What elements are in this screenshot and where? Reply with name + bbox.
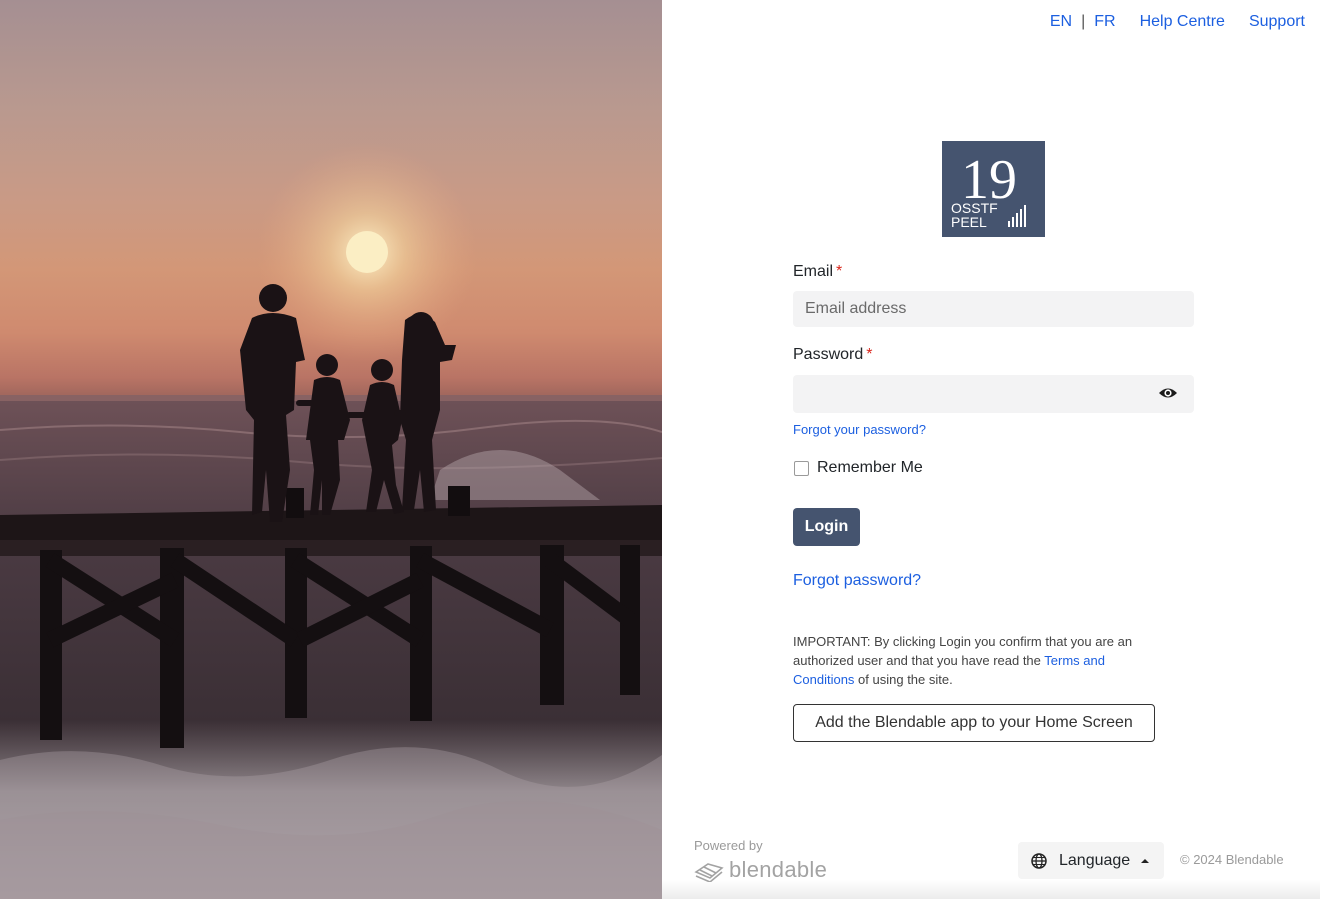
email-label-text: Email [793,263,834,280]
language-selector-label: Language [1059,851,1131,869]
password-label-text: Password [793,346,864,363]
globe-icon [1031,852,1047,869]
powered-by: Powered by blendable [694,838,827,883]
required-marker: * [866,346,873,363]
language-fr-link[interactable]: FR [1094,13,1115,31]
login-button[interactable]: Login [793,508,860,546]
organization-logo: 19 OSSTF PEEL [942,141,1045,237]
add-to-home-screen-button[interactable]: Add the Blendable app to your Home Scree… [793,704,1155,742]
remember-me-label: Remember Me [817,459,923,476]
blendable-wordmark: blendable [729,857,828,882]
remember-me-checkbox[interactable] [794,460,809,476]
language-en-link[interactable]: EN [1050,13,1072,31]
logo-line2: PEEL [951,214,987,230]
login-form: Email * Email address Password * Forgot yo… [793,262,1194,742]
forgot-password-link[interactable]: Forgot password? [793,572,921,589]
blendable-logo-icon [694,863,724,882]
hero-photo [0,0,662,899]
required-marker: * [836,263,843,280]
support-link[interactable]: Support [1249,13,1305,31]
blendable-brand: blendable [694,857,827,883]
top-navigation: EN | FR Help Centre Support [1050,13,1305,31]
language-separator: | [1081,13,1086,30]
email-placeholder: Email address [805,300,907,317]
email-input[interactable]: Email address [793,291,1194,327]
powered-by-label: Powered by [694,838,763,853]
copyright: © 2024 Blendable [1180,852,1284,867]
password-label: Password * [793,345,1194,365]
notice-text-post: of using the site. [854,672,953,687]
osstf-peel-logo: 19 OSSTF PEEL [951,149,1026,230]
email-label: Email * [793,262,1194,282]
caret-up-icon [1141,858,1150,863]
login-notice: IMPORTANT: By clicking Login you confirm… [793,632,1168,689]
language-selector[interactable]: Language [1018,842,1164,879]
help-centre-link[interactable]: Help Centre [1140,13,1225,31]
password-input[interactable] [793,375,1194,413]
forgot-your-password-link[interactable]: Forgot your password? [793,422,926,437]
sunset-beach-illustration [0,142,662,899]
eye-icon[interactable] [1158,385,1178,401]
remember-me[interactable]: Remember Me [793,459,1194,477]
